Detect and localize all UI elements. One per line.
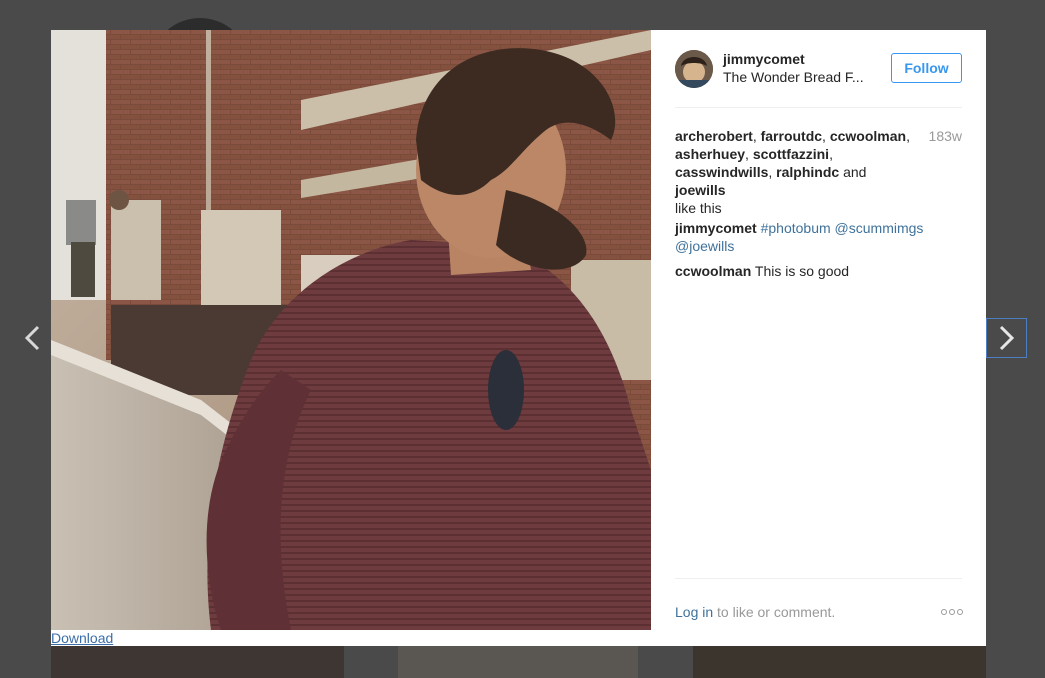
- comment-username[interactable]: ccwoolman: [675, 263, 751, 279]
- liker-link[interactable]: casswindwills: [675, 164, 768, 180]
- login-link[interactable]: Log in: [675, 604, 713, 620]
- likes-and-label: and: [843, 164, 867, 180]
- background-thumbnails: [51, 646, 986, 678]
- post-modal: Download jimmycomet The Wonder Bread F..…: [51, 30, 986, 646]
- more-dots-icon: [949, 609, 955, 615]
- more-dots-icon: [941, 609, 947, 615]
- post-header: jimmycomet The Wonder Bread F... Follow: [675, 50, 962, 108]
- background-thumbnail[interactable]: [693, 646, 986, 678]
- comment: ccwoolman This is so good: [675, 262, 962, 280]
- more-options-button[interactable]: [941, 603, 963, 621]
- hashtag-link[interactable]: #photobum: [761, 220, 831, 236]
- liker-link[interactable]: joewills: [675, 182, 726, 198]
- post-caption: jimmycomet #photobum @scummimgs @joewill…: [675, 219, 962, 255]
- liker-link[interactable]: archerobert: [675, 128, 753, 144]
- login-prompt: Log in to like or comment.: [675, 603, 835, 621]
- likes-suffix: like this: [675, 200, 722, 216]
- more-dots-icon: [957, 609, 963, 615]
- background-thumbnail[interactable]: [51, 646, 344, 678]
- liker-link[interactable]: asherhuey: [675, 146, 745, 162]
- download-link[interactable]: Download: [51, 630, 113, 646]
- post-image: [51, 30, 651, 630]
- likes-summary: archerobert, farroutdc, ccwoolman, asher…: [675, 128, 910, 216]
- mention-link[interactable]: @scummimgs: [835, 220, 924, 236]
- background-thumbnail[interactable]: [398, 646, 638, 678]
- liker-link[interactable]: scottfazzini: [753, 146, 829, 162]
- liker-link[interactable]: ralphindc: [776, 164, 839, 180]
- next-post-button[interactable]: [986, 318, 1027, 358]
- avatar-image: [675, 50, 713, 88]
- liker-link[interactable]: ccwoolman: [830, 128, 906, 144]
- footer-divider: [675, 578, 962, 579]
- post-timestamp[interactable]: 183w: [929, 127, 962, 145]
- liker-link[interactable]: farroutdc: [761, 128, 822, 144]
- post-sidebar: jimmycomet The Wonder Bread F... Follow …: [651, 30, 986, 646]
- mention-link[interactable]: @joewills: [675, 238, 734, 254]
- comment-text: This is so good: [754, 263, 850, 279]
- login-suffix: to like or comment.: [717, 604, 836, 620]
- avatar[interactable]: [675, 50, 713, 88]
- post-photo[interactable]: [51, 30, 651, 630]
- chevron-right-icon: [999, 325, 1014, 351]
- chevron-left-icon: [24, 325, 40, 351]
- follow-button[interactable]: Follow: [891, 53, 962, 83]
- caption-username[interactable]: jimmycomet: [675, 220, 757, 236]
- location-link[interactable]: The Wonder Bread F...: [723, 69, 873, 85]
- username-link[interactable]: jimmycomet: [723, 51, 805, 67]
- previous-post-button[interactable]: [14, 318, 50, 358]
